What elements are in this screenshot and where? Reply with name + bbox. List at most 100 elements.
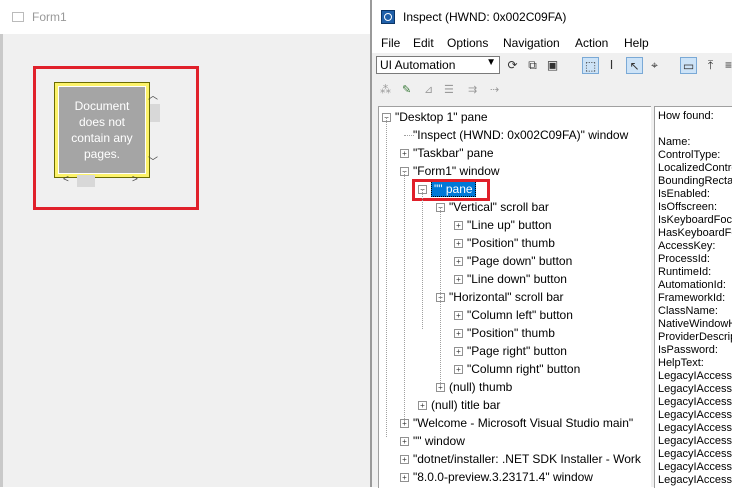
menu-edit[interactable]: Edit	[413, 36, 434, 50]
tree-node[interactable]: "Page down" button	[467, 252, 572, 270]
hover-icon[interactable]: ⌖	[646, 57, 663, 74]
tree-expand-icon[interactable]: +	[454, 257, 463, 266]
tree-expand-icon[interactable]: +	[400, 437, 409, 446]
scroll-right-chevron-icon[interactable]: >	[132, 175, 138, 185]
menu-help[interactable]: Help	[624, 36, 649, 50]
refresh-icon[interactable]: ⟳	[504, 57, 521, 74]
horizontal-scroll-thumb[interactable]	[77, 175, 95, 187]
tree-expand-icon[interactable]: +	[400, 473, 409, 482]
tree-node-label: "Desktop 1" pane	[395, 110, 488, 124]
property-label: IsPassword:	[658, 344, 718, 356]
tree-node-label: "Column right" button	[467, 362, 581, 376]
tree-nav-first-child-icon[interactable]: ✎	[402, 83, 411, 96]
tree-node[interactable]: "Horizontal" scroll bar	[449, 288, 564, 306]
property-label: IsKeyboardFocusable:	[658, 214, 732, 226]
tree-node[interactable]: "Position" thumb	[467, 234, 555, 252]
element-tree[interactable]: − "Desktop 1" pane "Inspect (HWND: 0x002C0…	[378, 106, 651, 488]
tree-guide-line	[440, 207, 441, 387]
tree-node[interactable]: "Page right" button	[467, 342, 567, 360]
tree-expand-icon[interactable]: +	[454, 221, 463, 230]
property-label: LegacyIAccessible.Role:	[658, 448, 732, 460]
tree-node-label: "Position" thumb	[467, 236, 555, 250]
inspect-titlebar[interactable]: Inspect (HWND: 0x002C09FA)	[372, 0, 732, 33]
tree-node[interactable]: "Inspect (HWND: 0x002C09FA)" window	[413, 126, 628, 144]
tree-expand-icon[interactable]: +	[400, 455, 409, 464]
property-label: LegacyIAccessible.ChildId:	[658, 370, 732, 382]
tree-guide-line	[404, 171, 405, 421]
menu-options[interactable]: Options	[447, 36, 488, 50]
tree-node-label: "Page down" button	[467, 254, 573, 268]
tree-node[interactable]: "dotnet/installer: .NET SDK Installer - …	[413, 450, 641, 468]
tree-node[interactable]: "Welcome - Microsoft Visual Studio main"	[413, 414, 633, 432]
tree-node-label: "Line up" button	[467, 218, 552, 232]
form1-titlebar[interactable]: Form1	[0, 0, 370, 34]
tree-node-label: "Welcome - Microsoft Visual Studio main"	[413, 416, 634, 430]
property-label: RuntimeId:	[658, 266, 712, 278]
property-label: LegacyIAccessible.KeyboardShortcut:	[658, 422, 732, 434]
watch-focus-icon[interactable]: ⬚	[582, 57, 599, 74]
tree-nav-parent-icon[interactable]: ⁂	[380, 83, 391, 96]
tree-node[interactable]: "Position" thumb	[467, 324, 555, 342]
tree-expand-icon[interactable]: +	[418, 401, 427, 410]
tree-node-label: "Column left" button	[467, 308, 573, 322]
caret-icon[interactable]: Ⅰ	[603, 57, 620, 74]
scroll-left-chevron-icon[interactable]: <	[63, 175, 69, 185]
tree-node-label: "Inspect (HWND: 0x002C09FA)" window	[413, 128, 629, 142]
menu-navigation[interactable]: Navigation	[503, 36, 560, 50]
tree-nav-next-icon[interactable]: ☰	[444, 83, 454, 96]
tree-expand-icon[interactable]: +	[400, 149, 409, 158]
tree-node-label: "Vertical" scroll bar	[449, 200, 549, 214]
tree-node[interactable]: "Taskbar" pane	[413, 144, 494, 162]
tree-expand-icon[interactable]: +	[454, 311, 463, 320]
tree-nav-down-icon[interactable]: ⇢	[490, 83, 499, 96]
copy-icon[interactable]: ⧉	[524, 57, 541, 74]
tree-node[interactable]: (null) thumb	[449, 378, 512, 396]
tree-node-label: "Form1" window	[413, 164, 500, 178]
property-label: LocalizedControlType:	[658, 162, 732, 174]
tree-nav-previous-icon[interactable]: ⊿	[424, 83, 433, 96]
tree-expand-icon[interactable]: +	[454, 275, 463, 284]
scroll-up-chevron-icon[interactable]: ︿	[148, 92, 158, 102]
menu-bar: File Edit Options Navigation Action Help	[372, 33, 732, 53]
tree-nav-last-child-icon[interactable]: ⇉	[468, 83, 477, 96]
tree-node[interactable]: "" window	[413, 432, 465, 450]
tree-expand-icon[interactable]: +	[454, 329, 463, 338]
toolbar-more-icon[interactable]: ≡	[720, 57, 732, 74]
tree-node[interactable]: (null) title bar	[431, 396, 500, 414]
settings-icon[interactable]: ▣	[544, 57, 561, 74]
tree-node-label: "8.0.0-preview.3.23171.4" window	[413, 470, 593, 484]
property-label: LegacyIAccessible.Description:	[658, 396, 732, 408]
property-label: LegacyIAccessible.State:	[658, 461, 732, 473]
tree-guide-line	[422, 189, 423, 329]
main-toolbar: UI Automation ▼ ⟳ ⧉ ▣ ⬚ Ⅰ ↖ ⌖ ▭ ⤒ ≡	[372, 54, 732, 78]
highlight-rectangle-icon[interactable]: ▭	[680, 57, 697, 74]
tree-expand-icon[interactable]: +	[454, 239, 463, 248]
mode-combobox[interactable]: UI Automation ▼	[376, 56, 500, 74]
tree-node[interactable]: "Line up" button	[467, 216, 552, 234]
property-label: NativeWindowHandle:	[658, 318, 732, 330]
form1-window: Form1 Document does not contain any page…	[0, 0, 370, 487]
show-info-tooltip-icon[interactable]: ⤒	[702, 57, 719, 74]
tree-expand-icon[interactable]: +	[454, 365, 463, 374]
scroll-down-chevron-icon[interactable]: ﹀	[148, 158, 158, 168]
tree-expand-icon[interactable]: +	[454, 347, 463, 356]
watch-cursor-icon[interactable]: ↖	[626, 57, 643, 74]
property-label: LegacyIAccessible.Help:	[658, 409, 732, 421]
tree-node[interactable]: "Line down" button	[467, 270, 567, 288]
tree-node[interactable]: "Vertical" scroll bar	[449, 198, 549, 216]
tree-node-label: "" window	[413, 434, 465, 448]
tree-node[interactable]: "Desktop 1" pane	[395, 108, 488, 126]
tree-node[interactable]: "Form1" window	[413, 162, 500, 180]
vertical-scroll-thumb[interactable]	[150, 104, 160, 122]
tree-node[interactable]: "8.0.0-preview.3.23171.4" window	[413, 468, 593, 486]
tree-node-label: "dotnet/installer: .NET SDK Installer - …	[413, 452, 641, 466]
properties-pane: How found: Name: ControlType: LocalizedCont…	[654, 106, 732, 488]
tree-node[interactable]: "Column right" button	[467, 360, 580, 378]
menu-file[interactable]: File	[381, 36, 400, 50]
window-icon	[12, 12, 24, 22]
tree-node-label: "Line down" button	[467, 272, 567, 286]
tree-node[interactable]: "Column left" button	[467, 306, 573, 324]
tree-node-label: "Position" thumb	[467, 326, 555, 340]
menu-action[interactable]: Action	[575, 36, 608, 50]
property-label: ProcessId:	[658, 253, 710, 265]
